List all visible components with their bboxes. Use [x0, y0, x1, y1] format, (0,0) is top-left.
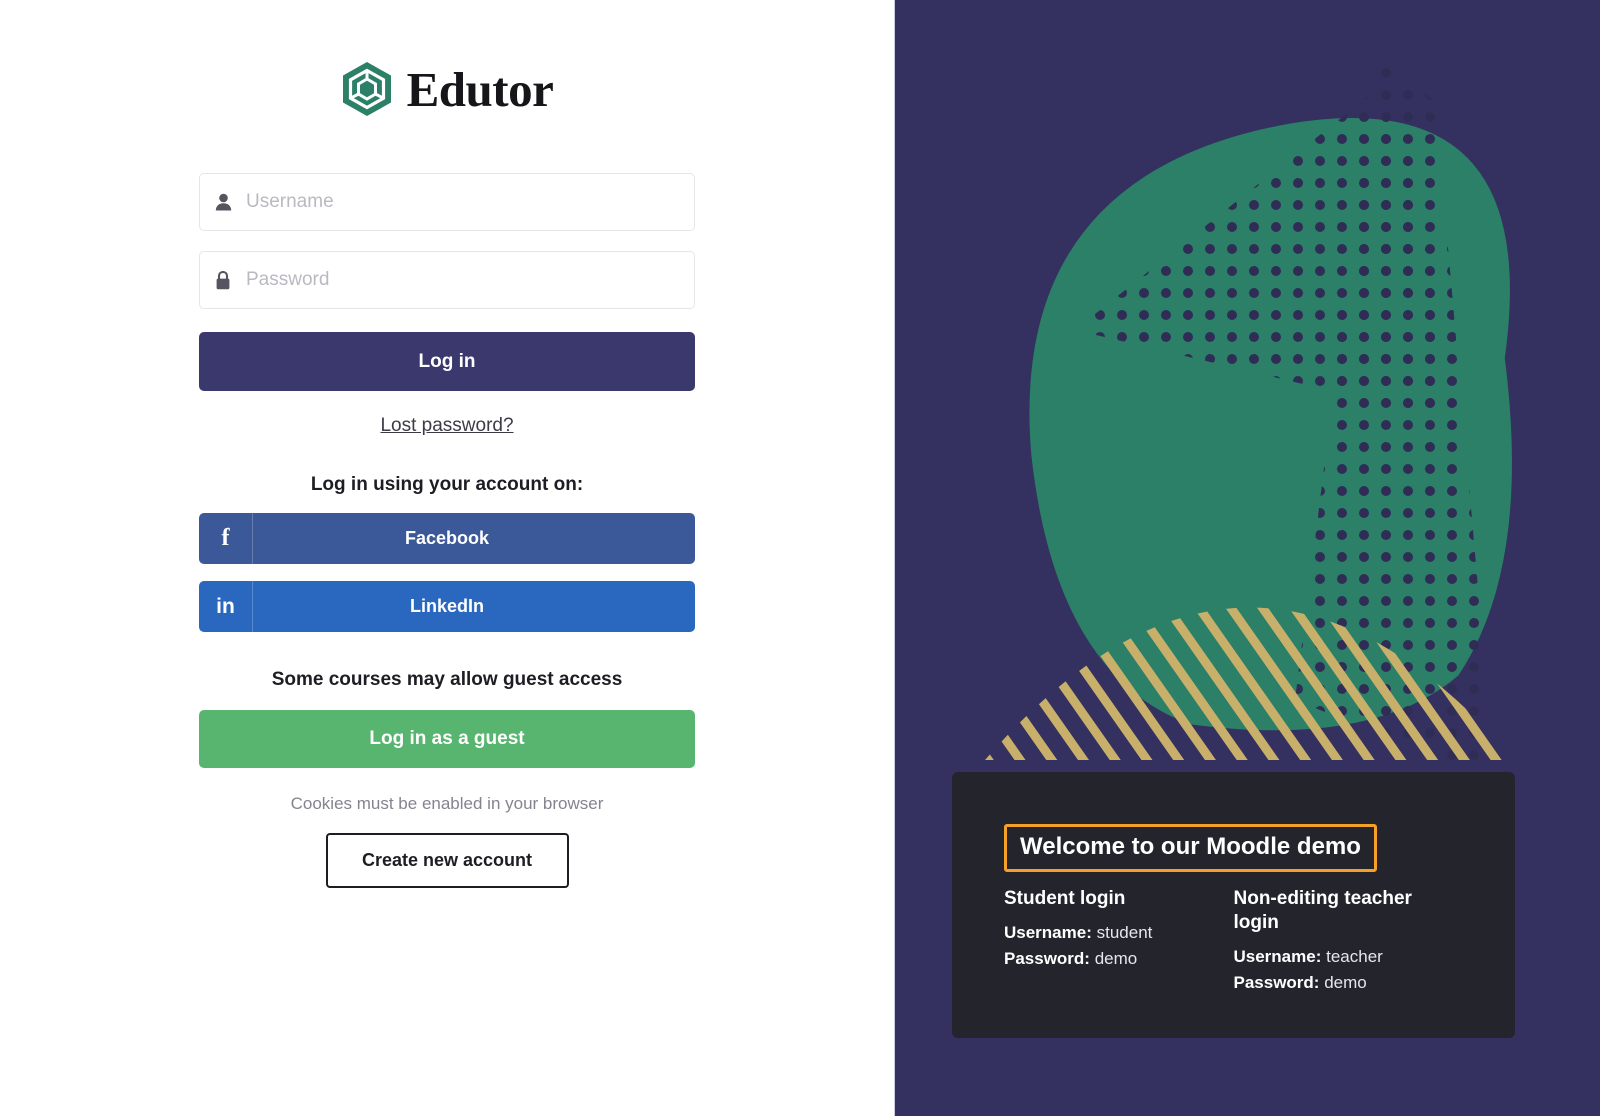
student-username-value: student — [1096, 923, 1153, 943]
create-account-row: Create new account — [199, 833, 695, 888]
brand-name: Edutor — [406, 61, 554, 117]
lock-icon — [200, 270, 246, 290]
linkedin-label: LinkedIn — [409, 596, 484, 616]
cookie-notice: Cookies must be enabled in your browser — [290, 794, 604, 813]
guest-access-heading: Some courses may allow guest access — [271, 669, 623, 690]
student-username-line: Username: student — [1004, 920, 1216, 946]
teacher-username-line: Username: teacher — [1234, 944, 1446, 970]
teacher-password-line: Password: demo — [1234, 970, 1446, 996]
brand-logo: Edutor — [341, 58, 554, 120]
demo-panel-title: Welcome to our Moodle demo — [1004, 824, 1377, 873]
login-form: Log in Lost password? Log in using your … — [199, 173, 695, 888]
teacher-role-label: Non-editing teacher login — [1233, 888, 1412, 934]
student-password-label: Password: — [1004, 949, 1090, 969]
guest-login-button[interactable]: Log in as a guest — [199, 710, 695, 768]
teacher-username-value: teacher — [1326, 946, 1383, 966]
student-password-line: Password: demo — [1004, 946, 1216, 972]
teacher-password-value: demo — [1324, 973, 1367, 993]
username-input[interactable] — [246, 191, 694, 213]
password-input[interactable] — [246, 269, 694, 291]
student-role-label: Student login — [1004, 888, 1126, 910]
login-button[interactable]: Log in — [199, 332, 695, 391]
student-account-block: Student login Username: student Password… — [1004, 887, 1234, 996]
teacher-username-label: Username: — [1233, 946, 1322, 966]
teacher-account-block: Non-editing teacher login Username: teac… — [1234, 887, 1464, 996]
teacher-password-label: Password: — [1233, 973, 1320, 993]
username-field-wrapper[interactable] — [199, 173, 695, 231]
demo-accounts: Student login Username: student Password… — [1004, 887, 1463, 996]
lost-password-link[interactable]: Lost password? — [199, 415, 695, 437]
student-password-value: demo — [1094, 949, 1138, 969]
facebook-label: Facebook — [404, 528, 490, 548]
social-login-heading: Log in using your account on: — [310, 474, 584, 495]
user-icon — [200, 193, 246, 211]
demo-credentials-panel: Welcome to our Moodle demo Student login… — [952, 772, 1515, 1038]
decorative-panel: Welcome to our Moodle demo Student login… — [895, 0, 1600, 1116]
student-username-label: Username: — [1004, 923, 1092, 943]
linkedin-login-button[interactable]: in LinkedIn — [199, 581, 695, 632]
linkedin-icon: in — [199, 581, 253, 632]
create-account-button[interactable]: Create new account — [325, 833, 569, 888]
facebook-icon: f — [199, 513, 253, 564]
hexagon-cube-icon — [342, 62, 391, 116]
password-field-wrapper[interactable] — [199, 251, 695, 309]
facebook-login-button[interactable]: f Facebook — [199, 513, 695, 564]
login-panel: Edutor Username Log in Lost password? Lo… — [0, 0, 895, 1116]
login-page: Edutor Username Log in Lost password? Lo… — [0, 0, 1600, 1116]
